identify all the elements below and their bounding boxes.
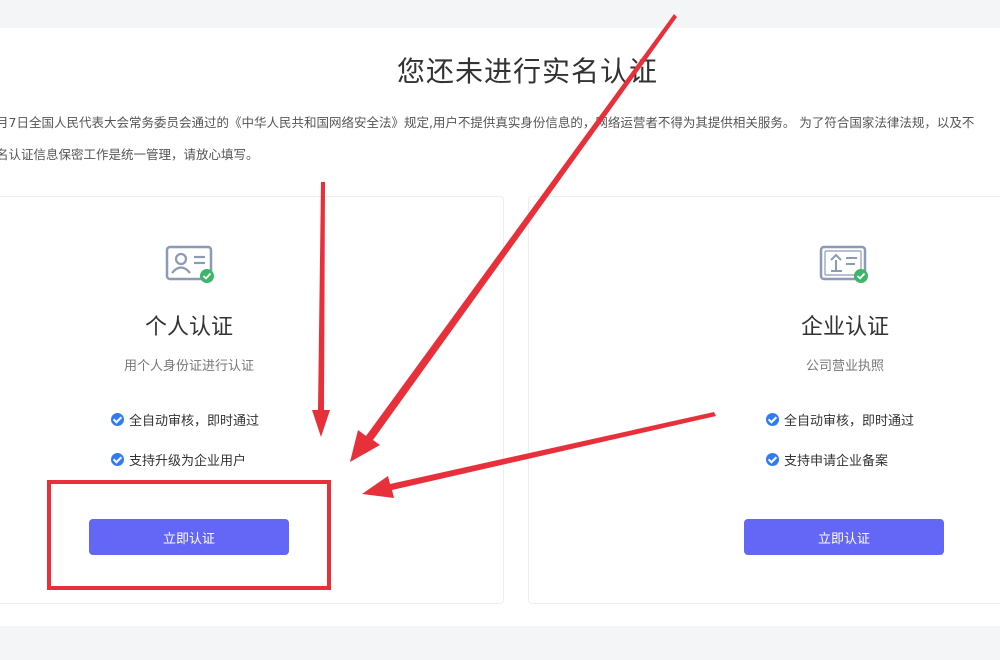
business-card-subtitle: 公司营业执照 (805, 359, 884, 374)
business-card-title: 企业认证 (800, 315, 889, 340)
notice-text-line1: 月7日全国人民代表大会常务委员会通过的《中华人民共和国网络安全法》规定,用户不提… (0, 115, 975, 130)
personal-card-subtitle: 用个人身份证进行认证 (123, 359, 254, 374)
personal-feature-item: 支持升级为企业用户 (111, 450, 246, 469)
personal-id-card-icon (165, 245, 214, 283)
personal-card-title: 个人认证 (144, 315, 233, 340)
annotation-highlight-box (47, 480, 331, 590)
page-title: 您还未进行实名认证 (396, 55, 658, 88)
check-circle-icon (766, 413, 779, 426)
personal-feature-item: 全自动审核，即时通过 (111, 410, 259, 429)
business-feature-label: 全自动审核，即时通过 (784, 414, 915, 429)
check-circle-icon (766, 453, 779, 466)
business-feature-label: 支持申请企业备案 (784, 454, 889, 469)
business-auth-card: 企业认证 公司营业执照 全自动审核，即时通过 支持申请企业备案 立即认证 (528, 196, 1000, 604)
personal-feature-label: 全自动审核，即时通过 (129, 414, 260, 429)
business-license-icon (819, 245, 868, 283)
check-circle-icon (111, 453, 124, 466)
personal-feature-label: 支持升级为企业用户 (129, 454, 247, 469)
business-feature-item: 支持申请企业备案 (766, 450, 888, 469)
check-circle-icon (111, 413, 124, 426)
notice-text-line2: 名认证信息保密工作是统一管理，请放心填写。 (0, 147, 259, 162)
business-feature-item: 全自动审核，即时通过 (766, 410, 914, 429)
business-verify-button[interactable]: 立即认证 (744, 519, 944, 555)
